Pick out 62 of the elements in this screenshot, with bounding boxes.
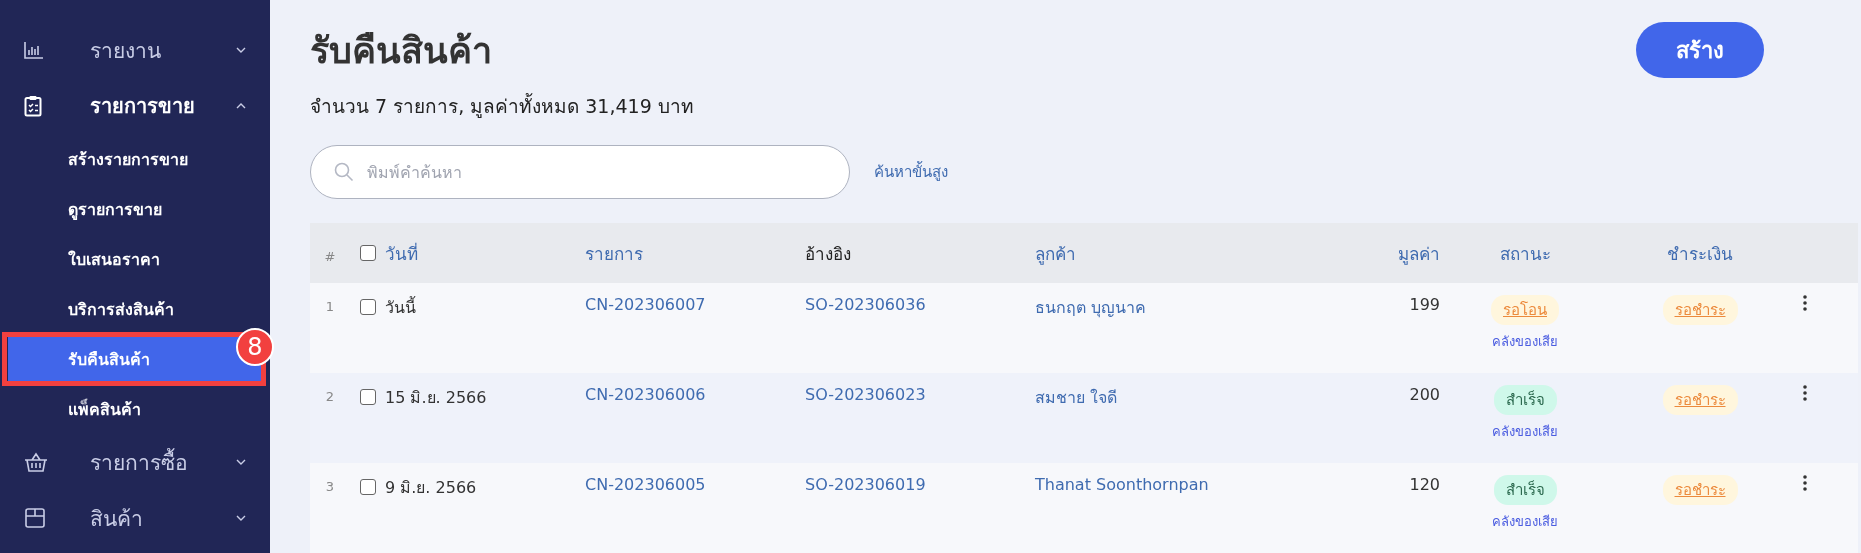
value-cell-text: 199 [1408,295,1440,314]
chevron-down-icon [236,515,246,521]
reference-link[interactable]: SO-202306019 [805,475,1035,494]
column-header[interactable]: วันที่ [385,239,585,267]
column-header: # [323,247,337,264]
step-badge: 8 [236,328,274,366]
clipboard-icon [24,95,42,117]
select-all-checkbox[interactable] [359,245,376,261]
chevron-down-icon [236,47,246,53]
document-link[interactable]: CN-202306006 [585,385,805,404]
summary-text: จำนวน 7 รายการ, มูลค่าทั้งหมด 31,419 บาท [310,92,694,120]
sidebar-group[interactable]: สินค้า [0,490,270,546]
column-header[interactable]: ลูกค้า [1035,239,1300,267]
warehouse-link[interactable]: คลังของเสีย [1492,511,1558,532]
basket-icon [24,452,48,472]
page-title: รับคืนสินค้า [310,29,493,73]
sidebar-group[interactable]: รายงาน [0,22,270,78]
more-icon[interactable] [1803,295,1807,311]
sidebar-item[interactable]: บริการส่งสินค้า [8,289,262,329]
row-number: 2 [324,388,336,404]
sidebar-item[interactable]: ใบเสนอราคา [8,239,262,279]
more-icon[interactable] [1803,475,1807,491]
value-cell-text: 120 [1408,475,1440,494]
row-checkbox[interactable] [359,299,376,315]
sidebar-item[interactable]: ดูรายการขาย [8,189,262,229]
value-cell-text: 200 [1408,385,1440,404]
create-button[interactable]: สร้าง [1636,22,1764,78]
column-header[interactable]: รายการ [585,239,805,267]
search-icon [334,162,354,182]
warehouse-link[interactable]: คลังของเสีย [1492,421,1558,442]
bar-chart-icon [24,41,44,59]
reference-link[interactable]: SO-202306036 [805,295,1035,314]
row-number: 1 [324,298,336,314]
search-field[interactable]: พิมพ์คำค้นหา [310,145,850,199]
row-number: 3 [324,478,336,494]
reference-link[interactable]: SO-202306023 [805,385,1035,404]
sidebar-item[interactable]: สร้างรายการขาย [8,139,262,179]
sidebar-item[interactable]: แพ็คสินค้า [8,389,262,429]
date-cell-text: 9 มิ.ย. 2566 [385,477,478,499]
chevron-down-icon [236,459,246,465]
status-badge[interactable]: สำเร็จ [1493,385,1557,415]
sidebar-group[interactable]: รายการขาย [0,78,270,134]
date-cell-text: วันนี้ [385,295,417,319]
document-link[interactable]: CN-202306005 [585,475,805,494]
warehouse-link[interactable]: คลังของเสีย [1492,331,1558,352]
column-header: สถานะ [1498,242,1552,266]
row-checkbox[interactable] [359,479,376,495]
status-badge[interactable]: สำเร็จ [1493,475,1557,505]
box-icon [24,507,46,529]
sidebar-group[interactable]: รายการซื้อ [0,434,270,490]
more-icon[interactable] [1803,385,1807,401]
column-header: ชำระเงิน [1666,242,1734,266]
date-cell-text: 15 มิ.ย. 2566 [385,387,488,409]
column-header: อ้างอิง [805,242,852,266]
customer-link[interactable]: Thanat Soonthornpan [1035,475,1300,494]
chevron-up-icon [236,103,246,109]
document-link[interactable]: CN-202306007 [585,295,805,314]
column-header[interactable]: มูลค่า [1300,239,1440,267]
customer-link[interactable]: ธนกฤต บุญนาค [1035,295,1300,320]
customer-link[interactable]: สมชาย ใจดี [1035,385,1300,410]
row-checkbox[interactable] [359,389,376,405]
advanced-search-link[interactable]: ค้นหาขั้นสูง [874,160,948,184]
